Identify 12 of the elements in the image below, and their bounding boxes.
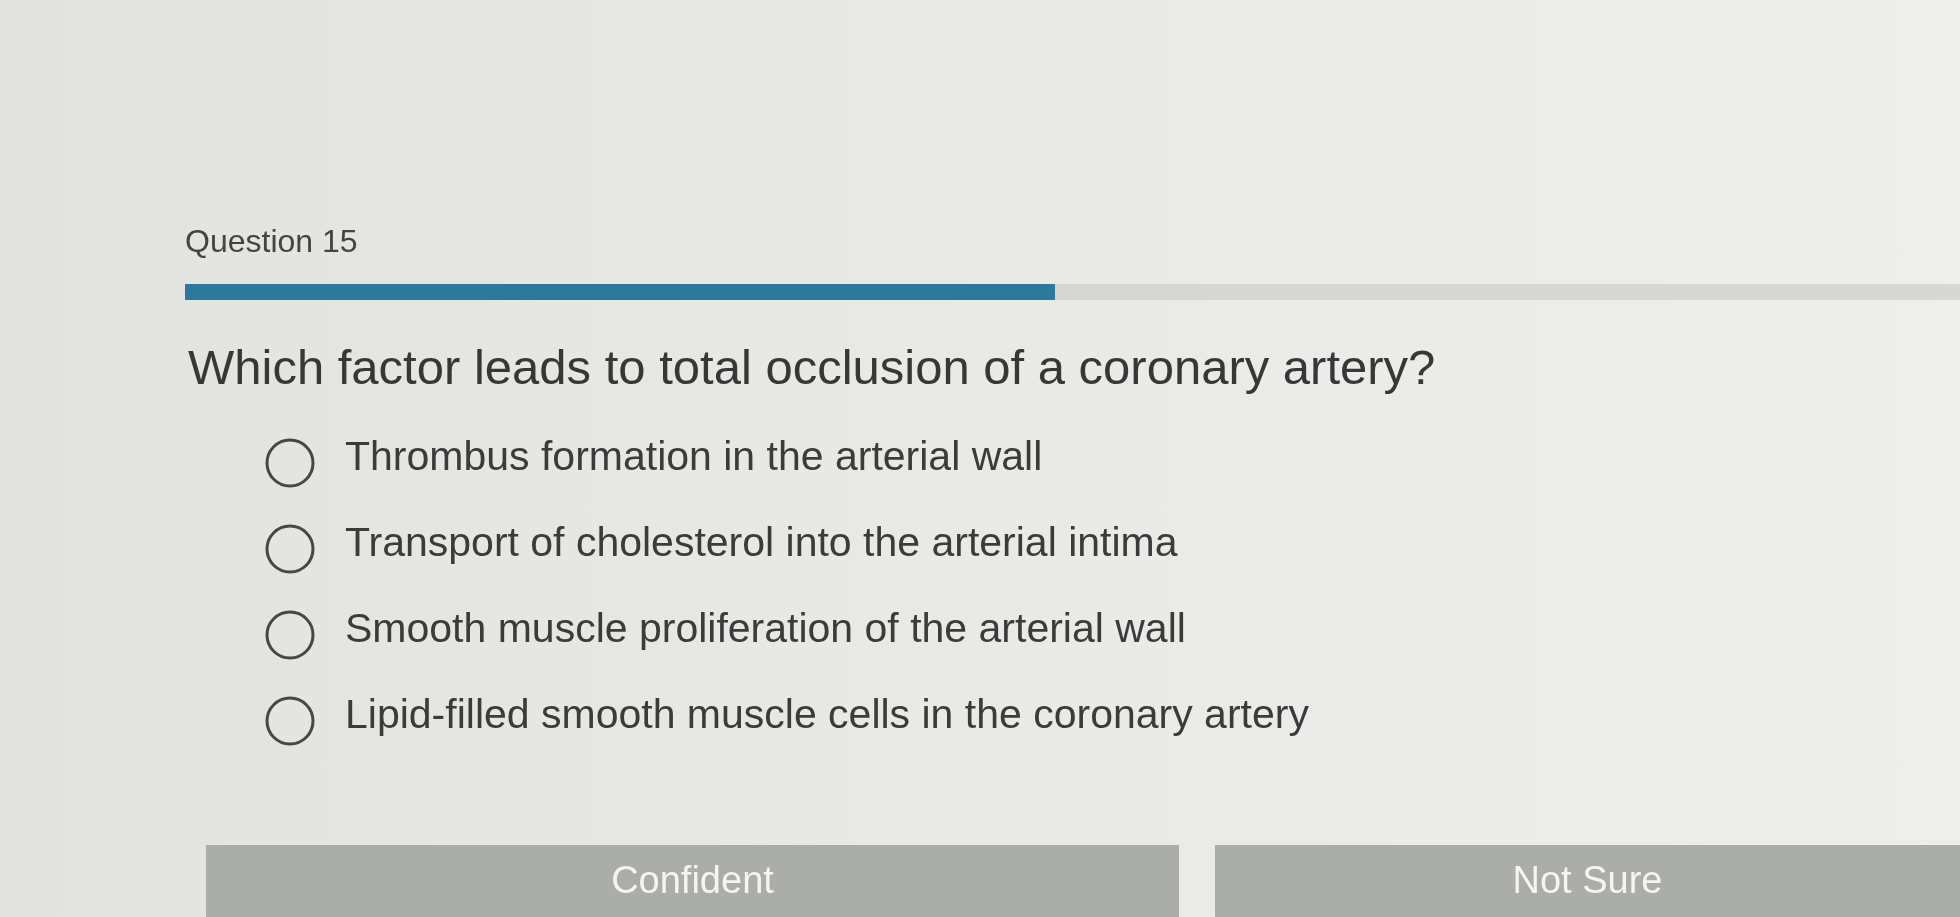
- not-sure-button[interactable]: Not Sure: [1215, 845, 1960, 917]
- radio-button[interactable]: [265, 696, 315, 746]
- option-label: Transport of cholesterol into the arterial intima: [345, 518, 1178, 568]
- option-label: Smooth muscle proliferation of the arterial wall: [345, 604, 1186, 654]
- option-label: Lipid-filled smooth muscle cells in the coronary artery: [345, 690, 1309, 740]
- question-number: Question 15: [185, 222, 358, 260]
- confident-button[interactable]: Confident: [206, 845, 1179, 917]
- option-label: Thrombus formation in the arterial wall: [345, 432, 1043, 482]
- radio-button[interactable]: [265, 438, 315, 488]
- radio-button[interactable]: [265, 610, 315, 660]
- question-text: Which factor leads to total occlusion of a coronary artery?: [188, 339, 1436, 396]
- radio-button[interactable]: [265, 524, 315, 574]
